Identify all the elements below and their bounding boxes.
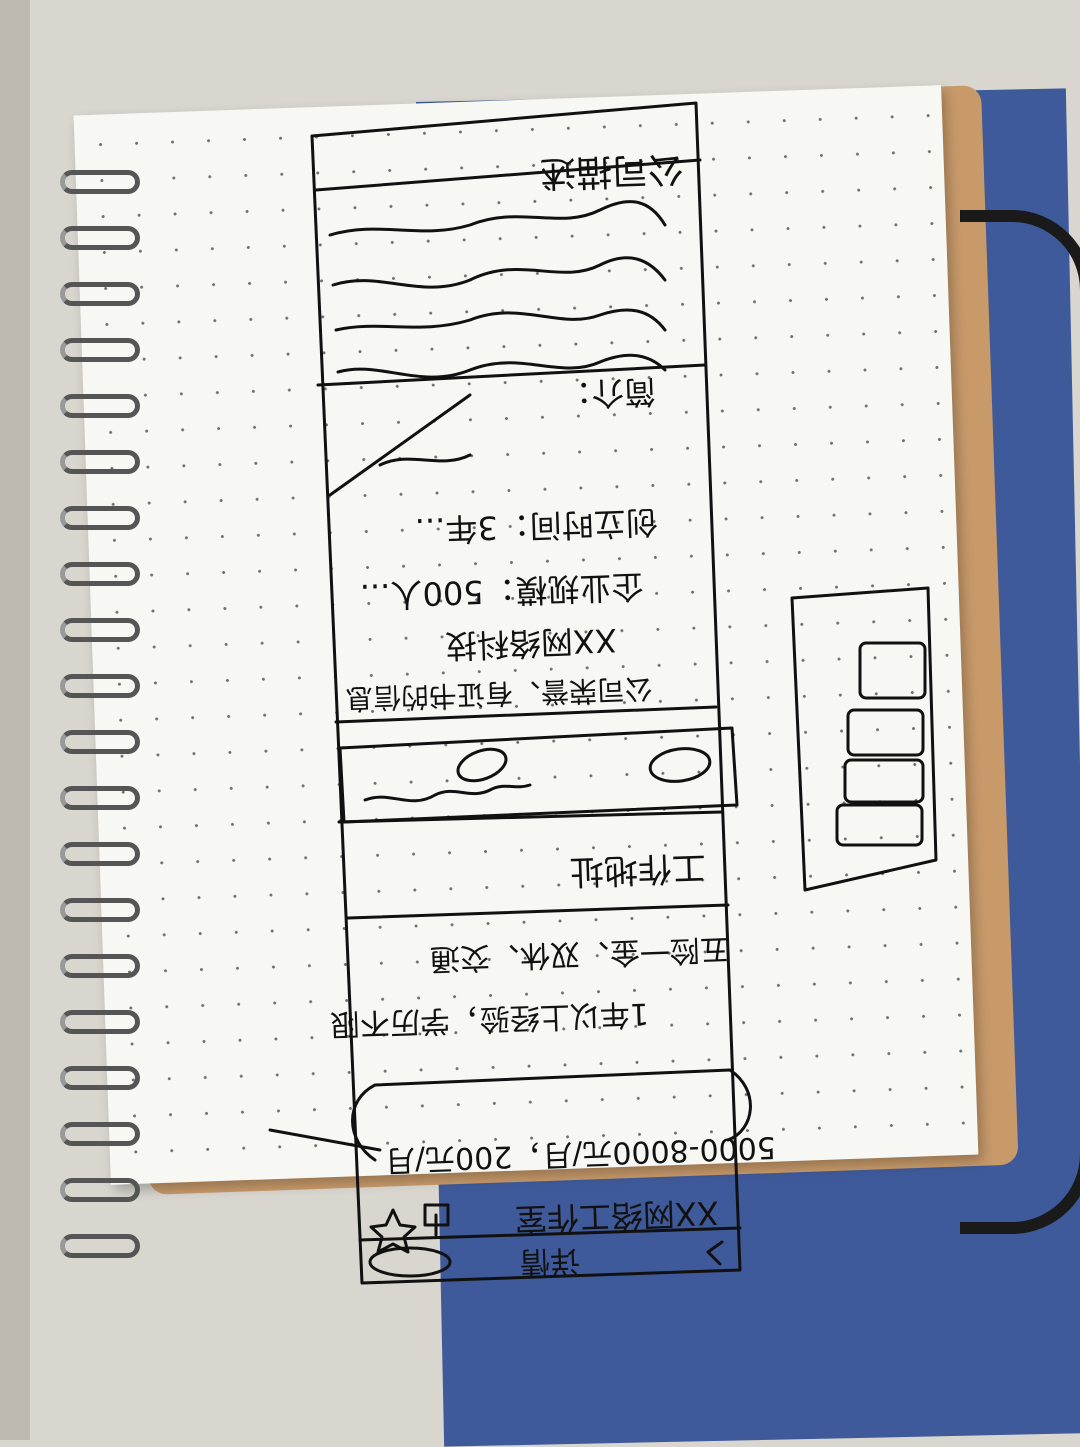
address-title: 工作地址 <box>569 846 707 892</box>
side-button-4 <box>835 803 924 847</box>
text-wave-2 <box>331 256 667 289</box>
banner-box <box>338 726 739 824</box>
job-title: XX网络工作室 <box>514 1193 720 1239</box>
intro-label: 简介： <box>559 372 657 414</box>
strike-line <box>328 393 472 497</box>
star-icon <box>369 1208 417 1254</box>
side-button-1 <box>858 641 927 700</box>
banner-wave <box>363 783 532 803</box>
side-button-3 <box>843 758 925 804</box>
section-divider-bottom <box>346 903 730 920</box>
share-icon <box>423 1203 450 1237</box>
banner-oval-2 <box>648 747 712 783</box>
header-title: 公司描述 <box>539 147 685 194</box>
banner-oval-1 <box>456 747 508 783</box>
text-wave-3 <box>334 308 667 332</box>
text-wave-5 <box>378 453 472 467</box>
pointer-line <box>268 1128 382 1152</box>
detail-title: 详情 <box>519 1241 581 1280</box>
text-wave-1 <box>328 200 667 237</box>
back-chevron-icon <box>706 1240 724 1266</box>
side-button-2 <box>846 708 925 757</box>
company-label: XX网络科技 <box>444 621 618 665</box>
view-count-pill <box>368 1246 452 1278</box>
founded-label: 创立时间：3年... <box>414 502 659 550</box>
